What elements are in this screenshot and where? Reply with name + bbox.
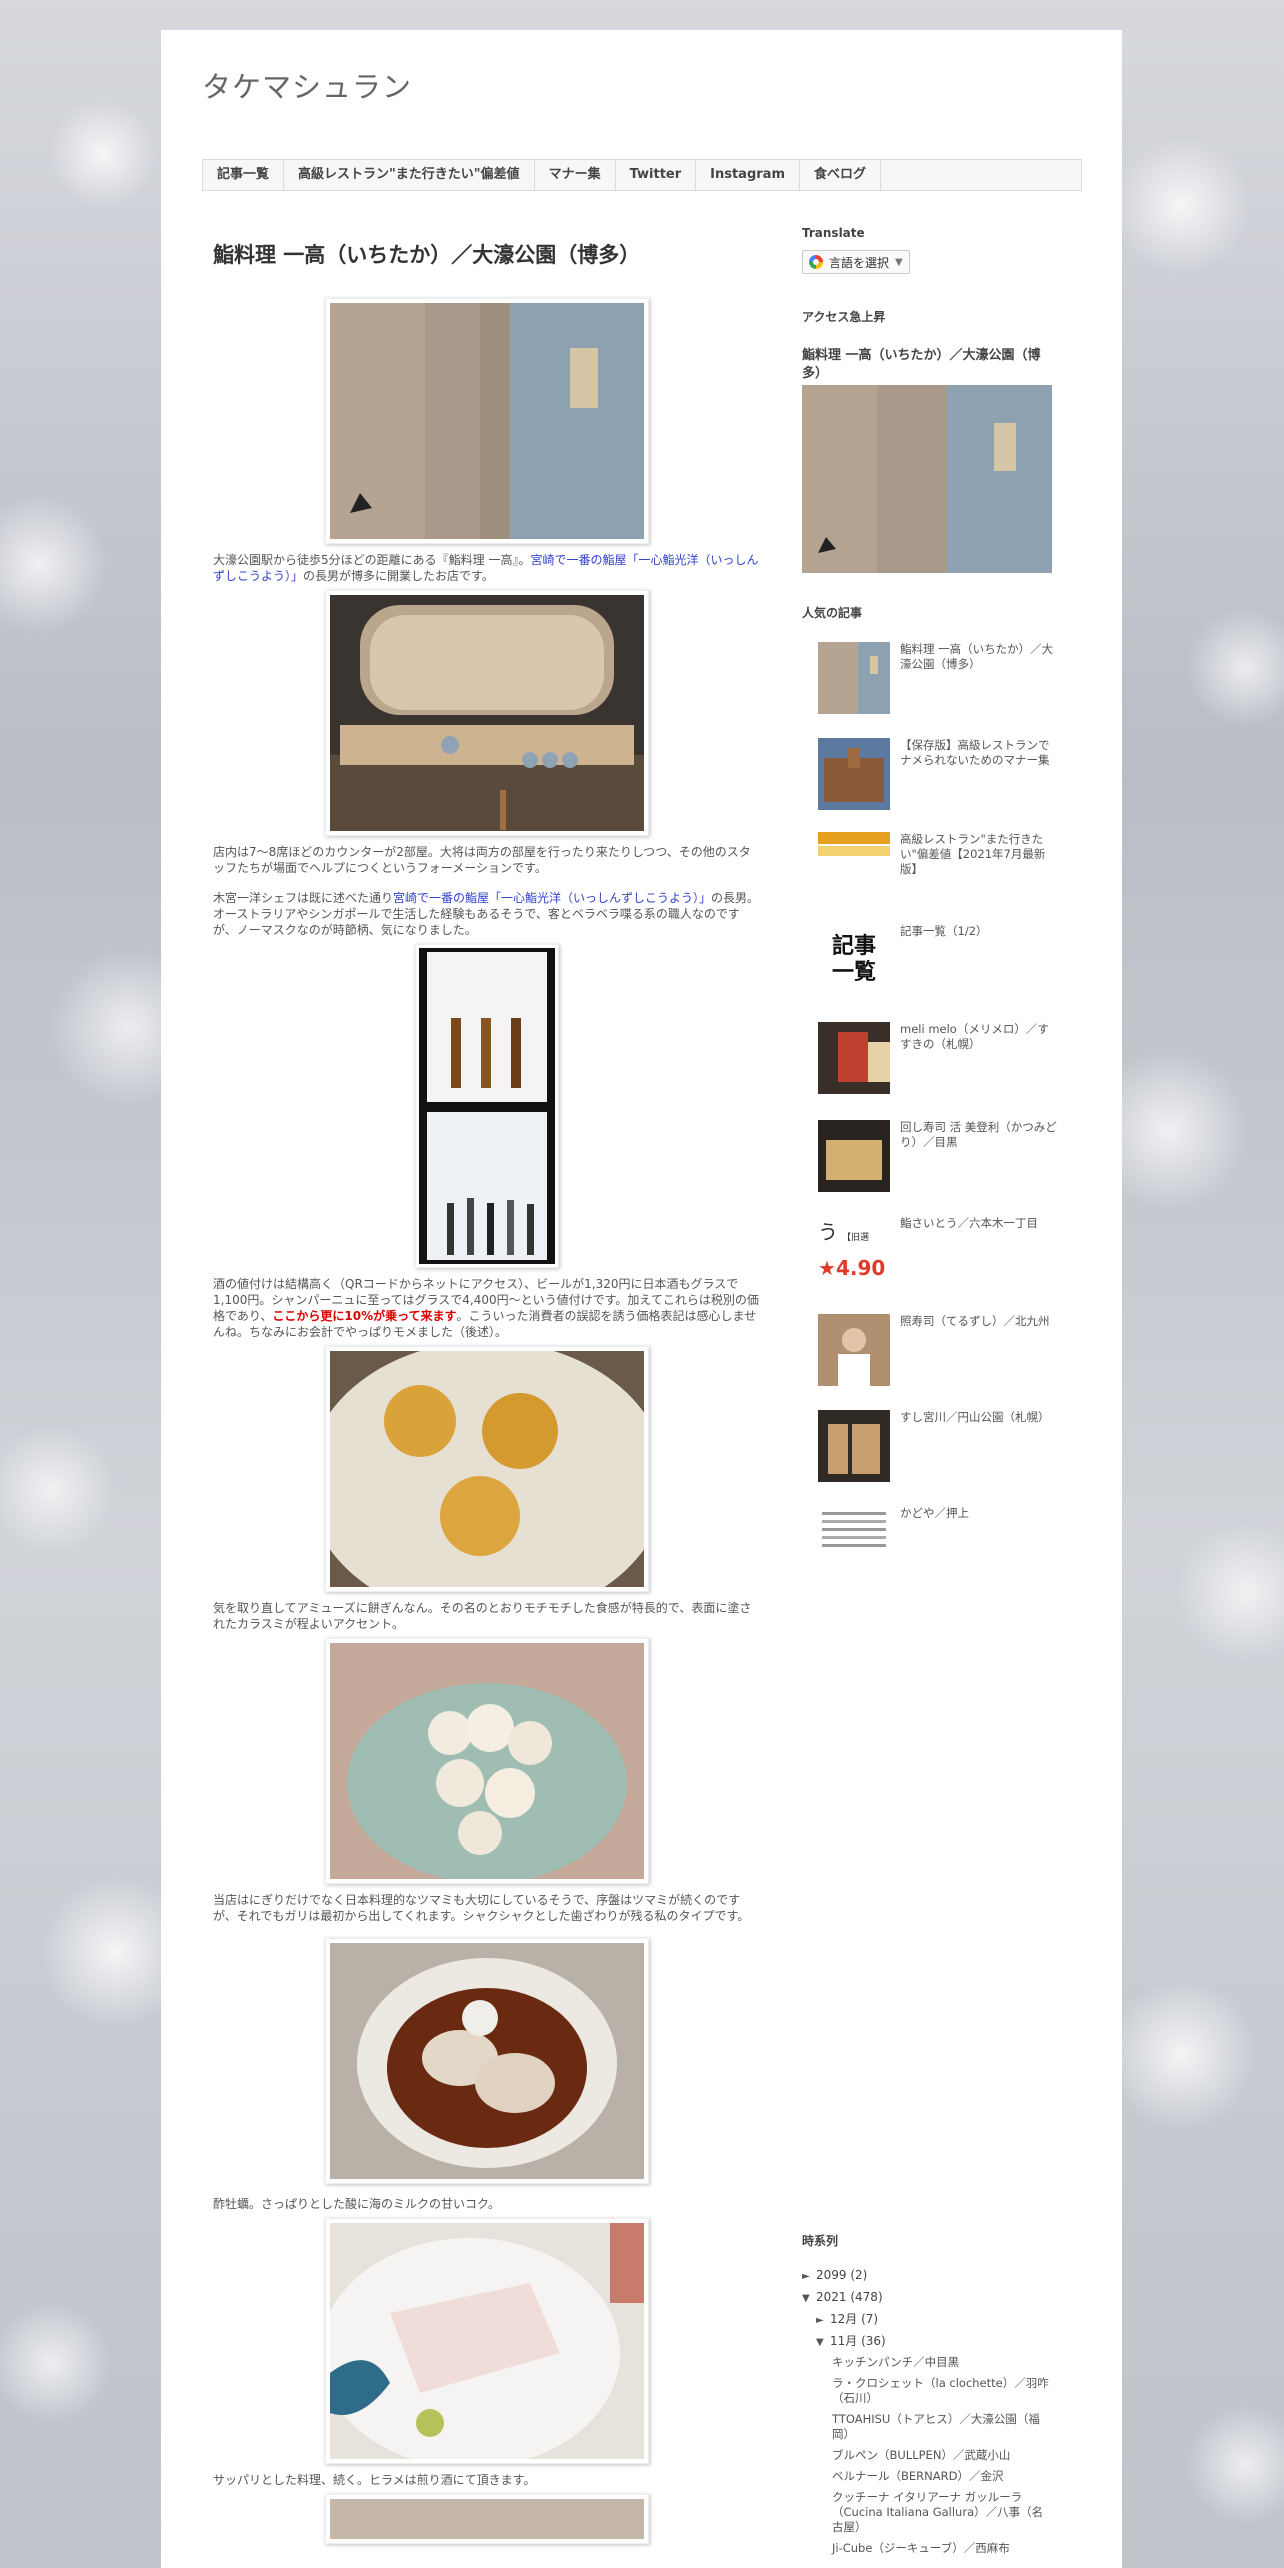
paragraph-8: サッパリとした料理、続く。ヒラメは煎り酒にて頂きます。 bbox=[213, 2473, 536, 2487]
trending-widget: アクセス急上昇 鮨料理 一高（いちたか）／大濠公園（博多） bbox=[802, 308, 1062, 573]
next-image bbox=[330, 2499, 644, 2539]
paragraph-3: 木宮一洋シェフは既に述べた通り宮崎で一番の鮨屋「一心鮨光洋（いっしんずしこうよう… bbox=[213, 891, 760, 937]
tab-twitter[interactable]: Twitter bbox=[616, 160, 697, 190]
popular-item[interactable]: 高級レストラン"また行きたい"偏差値【2021年7月最新版】 bbox=[818, 832, 1058, 906]
archive-entry[interactable]: TTOAHISU（トアヒス）／大濠公園（福岡） bbox=[832, 2412, 1052, 2442]
post-title[interactable]: 鮨料理 一高（いちたか）／大濠公園（博多） bbox=[213, 240, 761, 270]
tab-ranking[interactable]: 高級レストラン"また行きたい"偏差値 bbox=[284, 160, 535, 190]
archive-entry[interactable]: クッチーナ イタリアーナ ガッルーラ（Cucina Italiana Gallu… bbox=[832, 2490, 1052, 2535]
popular-thumb bbox=[818, 1410, 890, 1482]
popular-thumb: 記事 一覧 bbox=[831, 934, 876, 985]
paragraph-1: 大濠公園駅から徒歩5分ほどの距離にある『鮨料理 一高』。宮崎で一番の鮨屋「一心鮨… bbox=[213, 553, 759, 583]
expand-icon[interactable]: ► bbox=[802, 2269, 816, 2285]
price-warning: ここから更に10%が乗って来ます bbox=[272, 1309, 457, 1323]
popular-thumb bbox=[818, 1506, 890, 1578]
photo-next[interactable] bbox=[325, 2494, 649, 2544]
amuse-image bbox=[307, 1341, 667, 1621]
popular-item[interactable]: 回し寿司 活 美登利（かつみどり）／目黒 bbox=[818, 1120, 1058, 1194]
popular-item[interactable]: かどや／押上 bbox=[818, 1506, 1058, 1580]
paragraph-4: 酒の値付けは結構高く（QRコードからネットにアクセス）、ビールが1,320円に日… bbox=[213, 1277, 759, 1339]
collapse-icon[interactable]: ▼ bbox=[816, 2335, 830, 2351]
translate-select[interactable]: 言語を選択 ▼ bbox=[802, 250, 910, 274]
trending-post-title[interactable]: 鮨料理 一高（いちたか）／大濠公園（博多） bbox=[802, 347, 1052, 383]
tab-tabelog[interactable]: 食べログ bbox=[800, 160, 882, 190]
tab-articles[interactable]: 記事一覧 bbox=[203, 160, 285, 190]
photo-amuse[interactable] bbox=[307, 1341, 667, 1621]
post: 鮨料理 一高（いちたか）／大濠公園（博多） 大濠公園駅から徒歩5分ほどの距離にあ… bbox=[213, 240, 761, 2544]
popular-thumb bbox=[818, 1022, 890, 1094]
archive-entries: キッチンパンチ／中目黒 ラ・クロシェット（la clochette）／羽咋（石川… bbox=[802, 2355, 1052, 2556]
collapse-icon[interactable]: ▼ bbox=[802, 2291, 816, 2307]
photo-oyster[interactable] bbox=[325, 1938, 649, 2184]
paragraph-5: 気を取り直してアミューズに餅ぎんなん。その名のとおりモチモチした食感が特長的で、… bbox=[213, 1601, 752, 1631]
popular-item[interactable]: すし宮川／円山公園（札幌） bbox=[818, 1410, 1058, 1484]
archive-month-11[interactable]: ▼ 11月 (36) bbox=[802, 2333, 1062, 2351]
popular-thumb bbox=[818, 1314, 890, 1386]
popular-thumb bbox=[818, 642, 890, 714]
blog-title[interactable]: タケマシュラン bbox=[202, 64, 412, 106]
archive-entry[interactable]: ブルペン（BULLPEN）／武蔵小山 bbox=[832, 2448, 1052, 2463]
photo-drink-menu[interactable] bbox=[415, 944, 559, 1268]
popular-item[interactable]: う 【旧選 ★4.90 鮨さいとう／六本木一丁目 bbox=[818, 1216, 1058, 1290]
nav-tabs: 記事一覧 高級レストラン"また行きたい"偏差値 マナー集 Twitter Ins… bbox=[202, 159, 1082, 191]
trending-image bbox=[802, 385, 1052, 573]
popular-widget: 人気の記事 鮨料理 一高（いちたか）／大濠公園（博多） 【保存版】高級レストラン… bbox=[802, 604, 1062, 1578]
popular-thumb: う 【旧選 ★4.90 bbox=[818, 1220, 886, 1280]
entrance-image bbox=[330, 303, 644, 539]
archive-year-2099[interactable]: ► 2099 (2) bbox=[802, 2267, 1062, 2285]
dropdown-arrow-icon: ▼ bbox=[895, 256, 903, 268]
expand-icon[interactable]: ► bbox=[816, 2313, 830, 2329]
google-icon bbox=[809, 255, 823, 269]
archive-entry[interactable]: キッチンパンチ／中目黒 bbox=[832, 2355, 1052, 2370]
paragraph-6: 当店はにぎりだけでなく日本料理的なツマミも大切にしているそうで、序盤はツマミが続… bbox=[213, 1893, 750, 1923]
archive-heading: 時系列 bbox=[802, 2234, 839, 2248]
paragraph-7: 酢牡蠣。さっぱりとした酸に海のミルクの甘いコク。 bbox=[213, 2197, 501, 2211]
popular-thumb bbox=[818, 832, 890, 904]
photo-counter[interactable] bbox=[325, 590, 649, 836]
archive-entry[interactable]: Ji-Cube（ジーキューブ）／西麻布 bbox=[832, 2541, 1052, 2556]
tab-instagram[interactable]: Instagram bbox=[696, 160, 800, 190]
archive-widget: 時系列 ► 2099 (2) ▼ 2021 (478) ► 12月 (7) ▼ 11月 … bbox=[802, 2232, 1062, 2562]
popular-thumb bbox=[818, 1120, 890, 1192]
gari-image bbox=[330, 1643, 644, 1883]
photo-hirame[interactable] bbox=[320, 2218, 649, 2468]
archive-month-12[interactable]: ► 12月 (7) bbox=[802, 2311, 1062, 2329]
photo-entrance[interactable] bbox=[325, 298, 649, 544]
translate-widget: Translate 言語を選択 ▼ bbox=[802, 226, 1062, 274]
popular-thumb bbox=[818, 738, 890, 810]
trending-heading: アクセス急上昇 bbox=[802, 310, 886, 324]
popular-item[interactable]: 記事 一覧 記事一覧（1/2） bbox=[818, 924, 1058, 998]
popular-item[interactable]: 照寿司（てるずし）／北九州 bbox=[818, 1314, 1058, 1388]
archive-entry[interactable]: ベルナール（BERNARD）／金沢 bbox=[832, 2469, 1052, 2484]
archive-entry[interactable]: ラ・クロシェット（la clochette）／羽咋（石川） bbox=[832, 2376, 1052, 2406]
hirame-image bbox=[320, 2223, 644, 2468]
photo-gari[interactable] bbox=[325, 1638, 649, 1884]
oyster-image bbox=[330, 1943, 644, 2179]
popular-item[interactable]: 【保存版】高級レストランでナメられないためのマナー集 bbox=[818, 738, 1058, 812]
popular-heading: 人気の記事 bbox=[802, 606, 863, 620]
tab-manners[interactable]: マナー集 bbox=[535, 160, 616, 190]
popular-item[interactable]: meli melo（メリメロ）／すすきの（札幌） bbox=[818, 1022, 1058, 1096]
blog-page: タケマシュラン 記事一覧 高級レストラン"また行きたい"偏差値 マナー集 Twi… bbox=[161, 30, 1122, 2568]
archive-year-2021[interactable]: ▼ 2021 (478) bbox=[802, 2289, 1062, 2307]
popular-item[interactable]: 鮨料理 一高（いちたか）／大濠公園（博多） bbox=[818, 642, 1058, 716]
link-isshin-2[interactable]: 宮崎で一番の鮨屋「一心鮨光洋（いっしんずしこうよう）」 bbox=[393, 891, 711, 905]
drink-menu-image bbox=[419, 948, 555, 1264]
translate-heading: Translate bbox=[802, 226, 865, 240]
counter-image bbox=[330, 595, 644, 831]
trending-thumbnail[interactable] bbox=[802, 385, 1052, 573]
star-icon: ★ bbox=[818, 1256, 836, 1280]
paragraph-2: 店内は7～8席ほどのカウンターが2部屋。大将は両方の部屋を行ったり来たりしつつ、… bbox=[213, 845, 751, 875]
